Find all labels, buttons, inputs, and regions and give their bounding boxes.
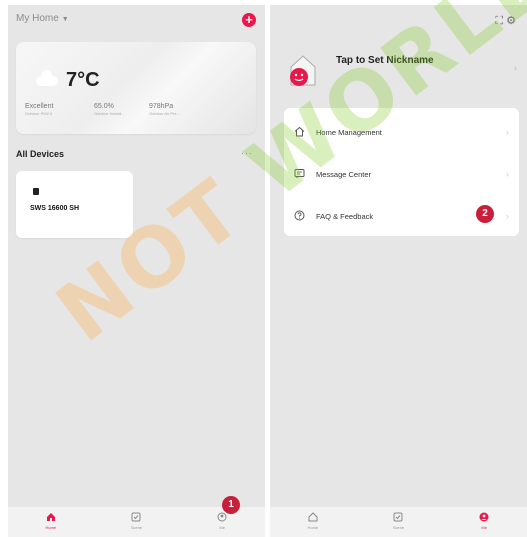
metric-value: Excellent — [25, 103, 54, 110]
tab-scene[interactable]: Scene — [368, 507, 428, 530]
chevron-right-icon: › — [506, 211, 509, 221]
weather-card[interactable]: 7°C Excellent Outdoor PM2.5 65.0% Outdoo… — [16, 42, 256, 134]
tab-home[interactable]: Home — [21, 507, 81, 530]
add-device-button[interactable]: + — [242, 13, 256, 27]
me-screen: ⛶⚙ Tap to Set Nickname › Home Management… — [270, 5, 527, 537]
scene-icon — [131, 512, 141, 522]
menu-item-label: FAQ & Feedback — [316, 212, 374, 221]
metric-label: Outdoor Air Pre... — [149, 111, 180, 116]
home-icon — [308, 512, 318, 522]
me-icon — [479, 512, 489, 522]
home-icon — [46, 513, 55, 521]
step-badge: 1 — [222, 496, 240, 514]
tab-scene[interactable]: Scene — [106, 507, 166, 530]
scan-icon[interactable]: ⛶ — [495, 15, 506, 27]
nickname-label[interactable]: Tap to Set Nickname — [336, 55, 434, 66]
chevron-down-icon: ▼ — [61, 16, 69, 23]
house-icon — [294, 126, 305, 137]
chevron-right-icon: › — [506, 169, 509, 179]
avatar[interactable] — [288, 53, 318, 87]
menu-item-label: Home Management — [316, 128, 382, 137]
tab-label: Me — [219, 525, 225, 530]
menu-item-label: Message Center — [316, 170, 372, 179]
menu-item-home-management[interactable]: Home Management › — [284, 113, 519, 153]
metric-label: Outdoor PM2.5 — [25, 111, 53, 116]
tab-label: Home — [307, 525, 319, 530]
home-selector-label: My Home — [16, 13, 59, 24]
tab-me[interactable]: Me — [192, 507, 252, 530]
plus-icon: + — [245, 12, 253, 27]
bottom-tab-bar: Home Scene Me — [270, 507, 527, 537]
more-icon[interactable]: ··· — [241, 148, 253, 158]
top-icons: ⛶⚙ — [495, 14, 519, 28]
metric-pm25: Excellent Outdoor PM2.5 — [25, 103, 95, 116]
settings-icon[interactable]: ⚙ — [506, 15, 519, 27]
tab-home[interactable]: Home — [283, 507, 343, 530]
me-icon — [217, 512, 227, 522]
chevron-right-icon: › — [514, 63, 517, 73]
device-name: SWS 16600 SH — [30, 205, 80, 212]
tab-me[interactable]: Me — [454, 507, 514, 530]
help-icon — [294, 210, 305, 221]
metric-value: 978hPa — [149, 103, 174, 110]
metric-pressure: 978hPa Outdoor Air Pre... — [149, 103, 219, 116]
home-screen: My Home ▼ + 7°C Excellent Outdoor PM2.5 6… — [8, 5, 265, 537]
tab-label: Home — [45, 525, 57, 530]
device-icon — [33, 188, 39, 195]
scene-icon — [393, 512, 403, 522]
message-icon — [294, 169, 305, 178]
tab-label: Scene — [392, 525, 405, 530]
menu-item-message-center[interactable]: Message Center › — [284, 155, 519, 195]
section-title: All Devices — [16, 149, 65, 159]
cloud-icon — [36, 70, 58, 86]
home-selector[interactable]: My Home ▼ — [16, 13, 69, 24]
step-badge: 2 — [476, 205, 494, 223]
tab-label: Me — [481, 525, 487, 530]
temperature: 7°C — [66, 69, 100, 91]
tab-label: Scene — [130, 525, 143, 530]
device-card[interactable]: SWS 16600 SH — [16, 171, 133, 238]
chevron-right-icon: › — [506, 127, 509, 137]
